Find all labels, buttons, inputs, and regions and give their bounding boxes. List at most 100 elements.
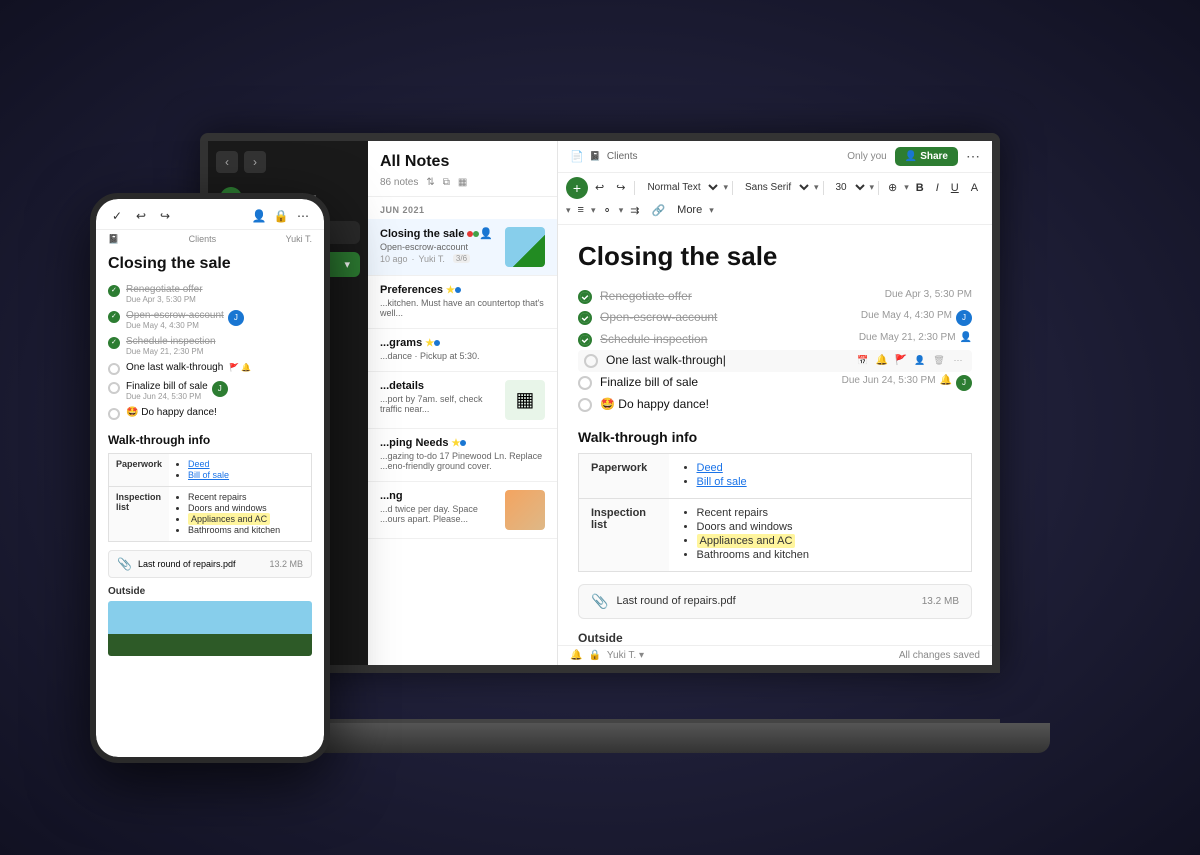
task-text: One last walk-through: [126, 362, 223, 373]
avatar: J: [212, 381, 228, 397]
more-icon[interactable]: ⋯: [950, 353, 966, 369]
font-size-select[interactable]: 30: [828, 179, 868, 196]
redo-button[interactable]: ↪: [611, 178, 630, 197]
share-button[interactable]: 👤 Share: [895, 147, 958, 166]
bill-of-sale-link[interactable]: Bill of sale: [188, 470, 229, 480]
task-checkbox[interactable]: [108, 363, 120, 375]
phone-task-item: One last walk-through 🚩 🔔: [108, 359, 312, 378]
task-checkbox[interactable]: [578, 311, 592, 325]
phone-task-item: Finalize bill of sale Due Jun 24, 5:30 P…: [108, 378, 312, 404]
add-content-button[interactable]: +: [566, 177, 588, 199]
bold-button[interactable]: B: [911, 179, 929, 197]
attachment-name: Last round of repairs.pdf: [138, 559, 236, 569]
attachment[interactable]: 📎 Last round of repairs.pdf 13.2 MB: [578, 584, 972, 619]
font-select[interactable]: Sans Serif: [737, 179, 812, 196]
task-checkbox[interactable]: [108, 285, 120, 297]
task-checkbox[interactable]: [108, 382, 120, 394]
phone-notebook-icon: 📓: [108, 234, 119, 245]
person-icon[interactable]: 👤: [250, 207, 268, 225]
insert-button[interactable]: ⊕: [883, 178, 902, 197]
task-due: Due Jun 24, 5:30 PM: [126, 392, 208, 401]
lock-icon[interactable]: 🔒: [272, 207, 290, 225]
filter-icon[interactable]: ⧉: [443, 177, 450, 188]
task-text: Renegotiate offer: [126, 284, 203, 295]
notes-header: All Notes 86 notes ⇅ ⧉ ▦: [368, 141, 557, 197]
note-content: Preferences ★ ...kitchen. Must have an c…: [380, 284, 545, 320]
more-button[interactable]: More: [672, 201, 707, 219]
undo-button[interactable]: ↩: [590, 178, 609, 197]
note-subtitle: ...port by 7am. self, check traffic near…: [380, 394, 497, 414]
task-checkbox[interactable]: [578, 376, 592, 390]
flag-icon[interactable]: 🚩: [893, 353, 909, 369]
note-item[interactable]: ...details ...port by 7am. self, check t…: [368, 372, 557, 429]
chevron-down-icon: ▾: [709, 205, 714, 216]
sort-icon[interactable]: ⇅: [426, 177, 434, 188]
check-icon[interactable]: ✓: [108, 207, 126, 225]
task-checkbox[interactable]: [108, 311, 120, 323]
task-text: Schedule inspection: [600, 332, 859, 346]
layout-icon[interactable]: ▦: [458, 177, 467, 188]
note-subtitle: ...kitchen. Must have an countertop that…: [380, 298, 545, 318]
note-item[interactable]: ...ping Needs ★ ...gazing to-do 17 Pinew…: [368, 429, 557, 482]
user-label[interactable]: Yuki T. ▾: [607, 650, 644, 661]
task-text: 🤩 Do happy dance!: [126, 407, 217, 418]
more-icon[interactable]: ⋯: [294, 207, 312, 225]
row-label: Paperwork: [109, 453, 170, 486]
laptop-frame: ‹ › J Jamie Gold ▾ 🔍 Search +: [150, 133, 1050, 753]
phone-content: Renegotiate offer Due Apr 3, 5:30 PM Ope…: [96, 281, 324, 757]
forward-button[interactable]: ›: [244, 151, 266, 173]
outside-section: Outside: [578, 631, 972, 645]
underline-button[interactable]: U: [946, 179, 964, 197]
note-item[interactable]: Closing the sale 👤 Open-escrow-account 1…: [368, 219, 557, 276]
note-item[interactable]: ...ng ...d twice per day. Space ...ours …: [368, 482, 557, 539]
more-options-icon[interactable]: ⋯: [966, 148, 980, 165]
deed-link[interactable]: Deed: [188, 459, 210, 469]
task-checkbox[interactable]: [584, 354, 598, 368]
task-checkbox[interactable]: [108, 408, 120, 420]
back-button[interactable]: ‹: [216, 151, 238, 173]
paperwork-link-bill[interactable]: Bill of sale: [697, 476, 747, 488]
note-title: ...grams ★: [380, 337, 545, 349]
link-button[interactable]: 🔗: [646, 201, 670, 220]
task-text: Open-escrow-account: [126, 310, 224, 321]
note-item[interactable]: ...grams ★ ...dance · Pickup at 5:30.: [368, 329, 557, 372]
bullet-list-button[interactable]: ≡: [573, 201, 589, 219]
person-icon[interactable]: 👤: [912, 353, 928, 369]
task-item: Open-escrow-account Due May 4, 4:30 PM J: [578, 307, 972, 329]
highlighted-item: Appliances and AC: [697, 534, 796, 548]
attachment-size: 13.2 MB: [922, 596, 959, 607]
bell-icon[interactable]: 🔔: [874, 353, 890, 369]
numbered-list-button[interactable]: ⚬: [597, 201, 616, 220]
redo-icon[interactable]: ↪: [156, 207, 174, 225]
font-color-button[interactable]: A: [966, 179, 983, 197]
task-text: 🤩 Do happy dance!: [600, 397, 972, 411]
row-label: Inspection list: [579, 498, 669, 571]
task-checkbox[interactable]: [578, 398, 592, 412]
note-title: ...ng: [380, 490, 497, 502]
row-items: Deed Bill of sale: [169, 453, 311, 486]
paperwork-link-deed[interactable]: Deed: [697, 462, 723, 474]
task-checkbox[interactable]: [108, 337, 120, 349]
italic-button[interactable]: I: [931, 179, 944, 197]
task-checkbox[interactable]: [578, 290, 592, 304]
text-style-select[interactable]: Normal Text: [639, 179, 721, 196]
phone-attachment[interactable]: 📎 Last round of repairs.pdf 13.2 MB: [108, 550, 312, 578]
task-due: Due May 4, 4:30 PM: [126, 321, 224, 330]
topbar-left: 📄 📓 Clients: [570, 150, 638, 163]
phone-outside-section: Outside: [108, 586, 312, 656]
undo-icon[interactable]: ↩: [132, 207, 150, 225]
bell-icon[interactable]: 🔔: [570, 650, 582, 661]
phone-task-item: Schedule inspection Due May 21, 2:30 PM: [108, 333, 312, 359]
trash-icon[interactable]: 🗑: [931, 353, 947, 369]
task-checkbox[interactable]: [578, 333, 592, 347]
lock-icon[interactable]: 🔒: [588, 650, 600, 661]
calendar-icon[interactable]: 📅: [855, 353, 871, 369]
phone-breadcrumb-text: Clients: [189, 234, 217, 244]
indent-button[interactable]: ⇉: [625, 201, 644, 220]
task-item-active[interactable]: One last walk-through| 📅 🔔 🚩 👤 🗑 ⋯: [578, 350, 972, 372]
note-subtitle: ...d twice per day. Space ...ours apart.…: [380, 504, 497, 524]
note-item[interactable]: Preferences ★ ...kitchen. Must have an c…: [368, 276, 557, 329]
note-content: ...ng ...d twice per day. Space ...ours …: [380, 490, 497, 530]
walkthrough-table: Paperwork Deed Bill of sale Inspection l…: [578, 453, 972, 572]
phone-topbar: ✓ ↩ ↪ 👤 🔒 ⋯: [96, 199, 324, 230]
